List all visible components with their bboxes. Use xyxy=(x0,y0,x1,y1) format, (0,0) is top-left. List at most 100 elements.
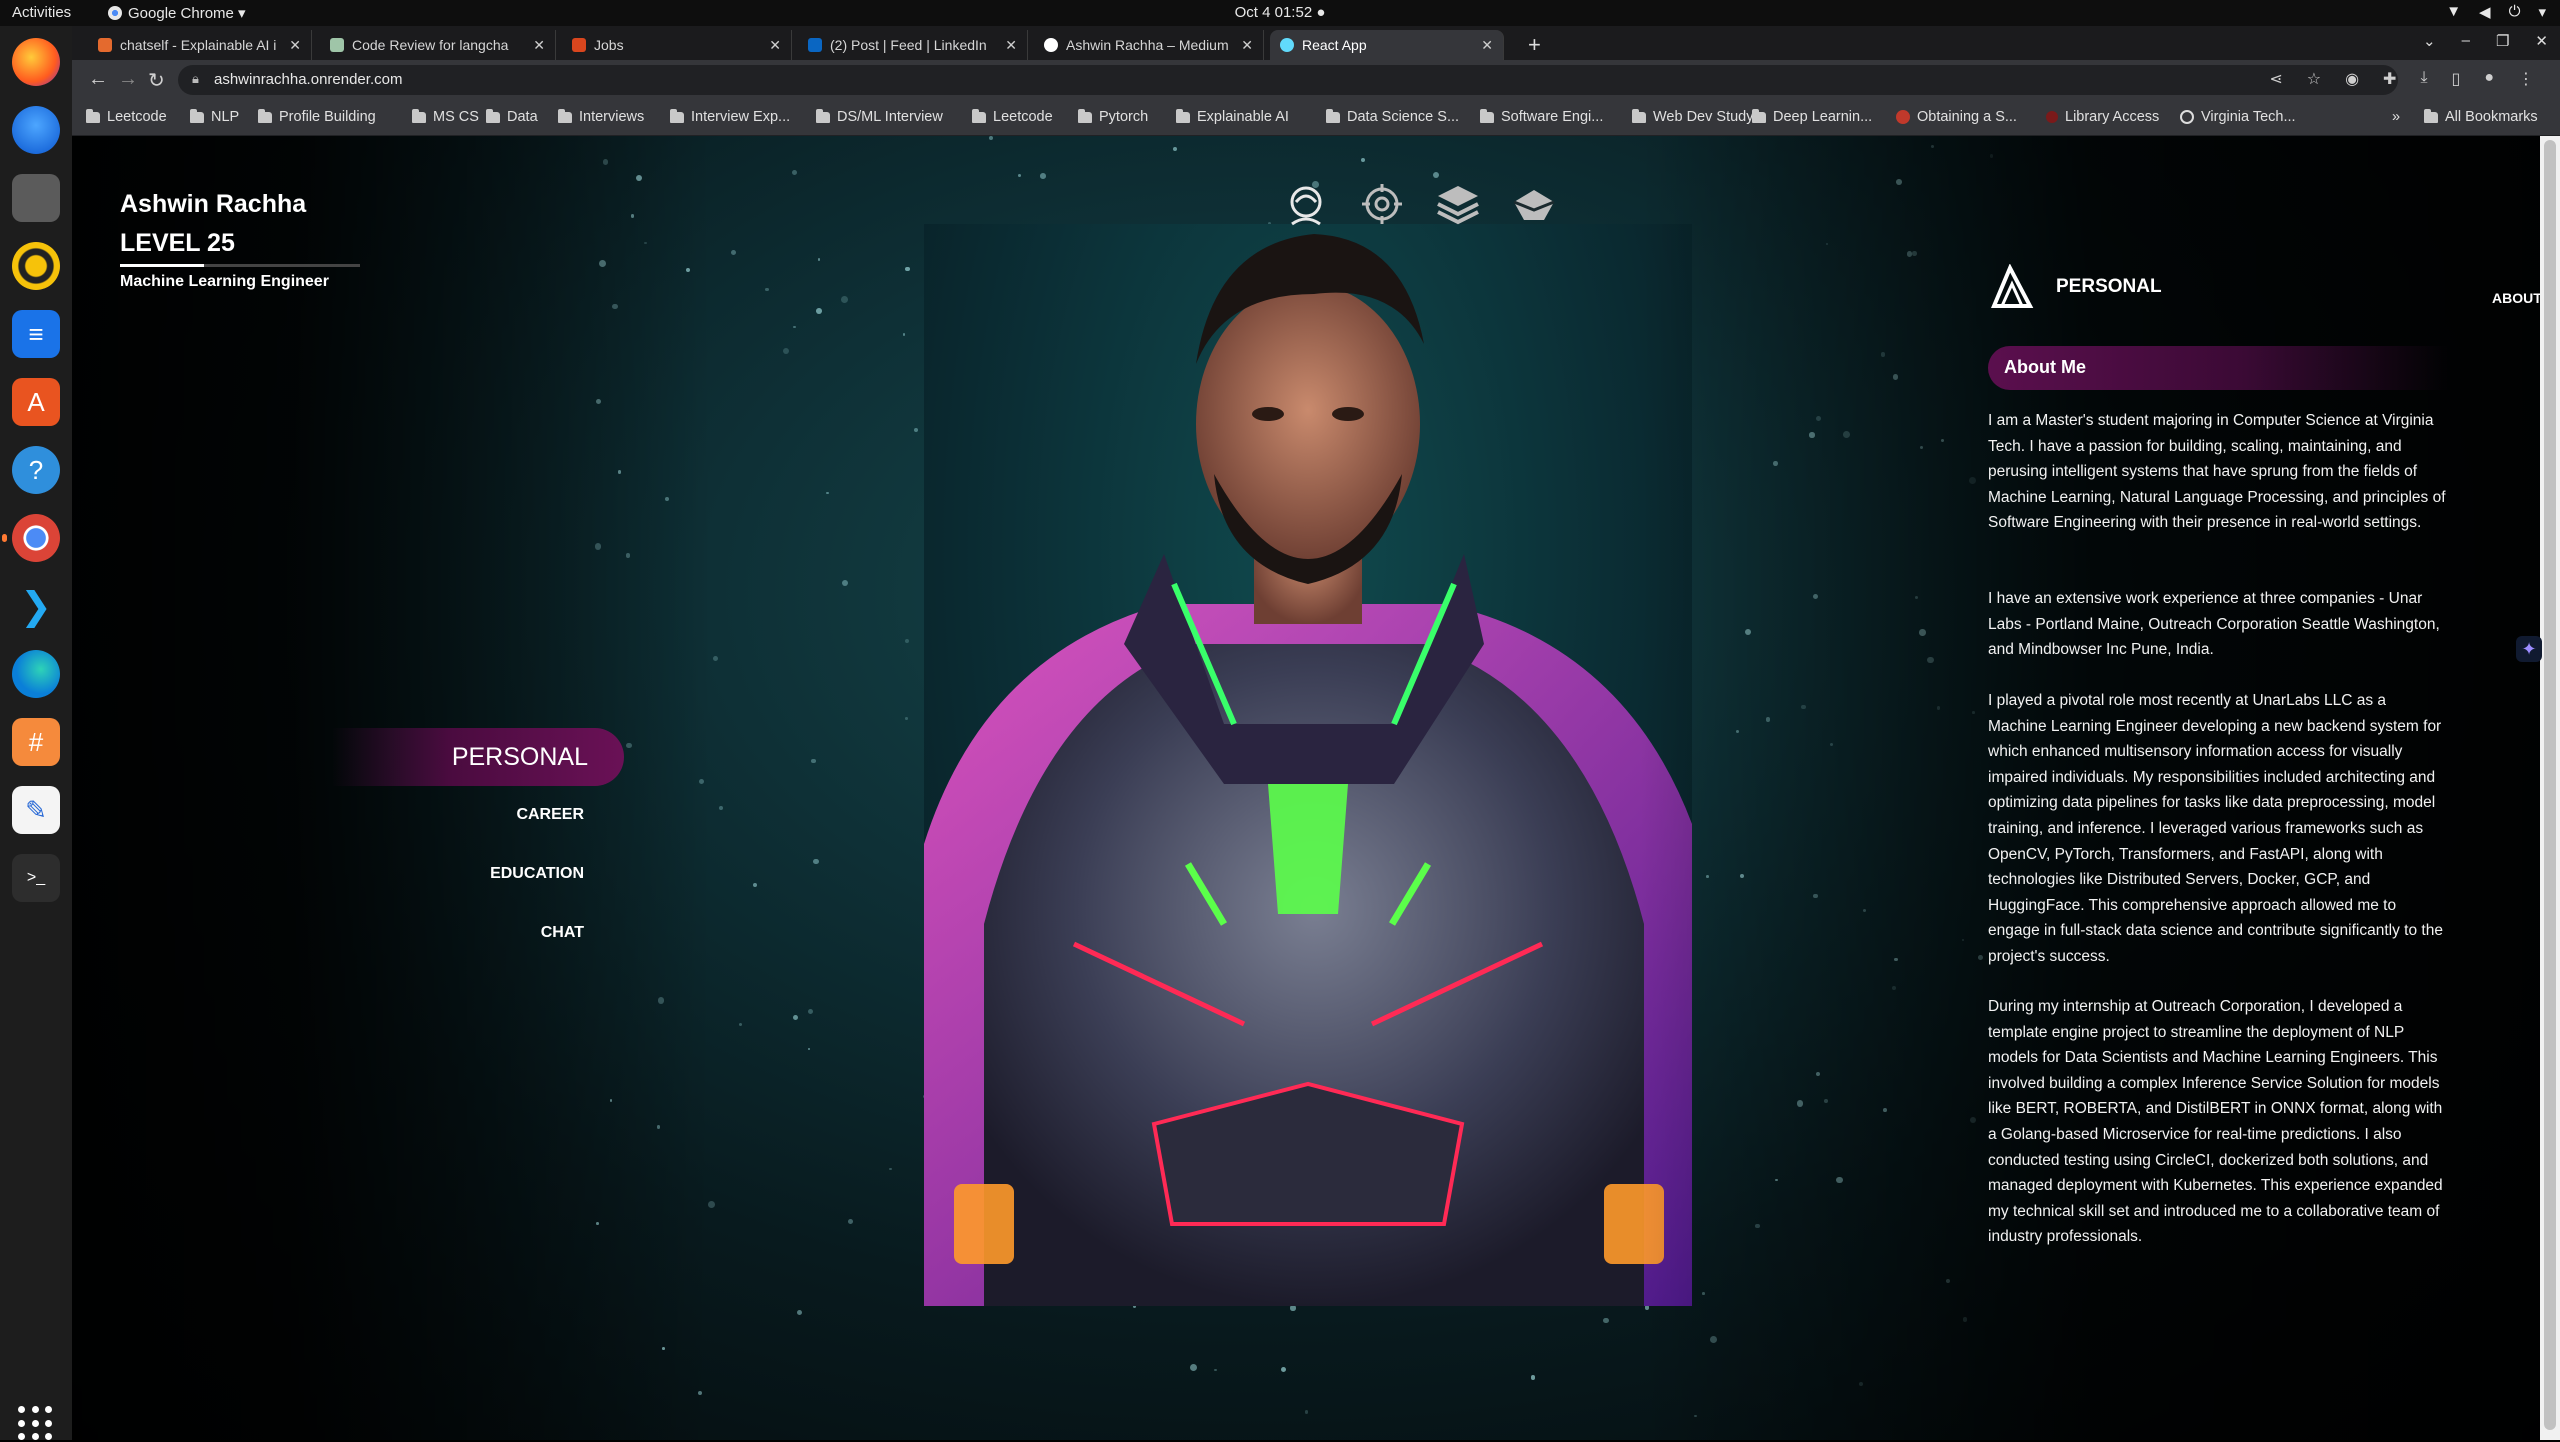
bookmark-label: Profile Building xyxy=(279,109,376,125)
tab-active[interactable]: React App ✕ xyxy=(1270,30,1504,60)
extensions-puzzle-icon[interactable]: ✚ xyxy=(2383,69,2396,89)
maximize-icon[interactable]: ❐ xyxy=(2496,32,2509,50)
thunderbird-icon[interactable] xyxy=(12,106,60,154)
text-editor-icon[interactable]: ✎ xyxy=(12,786,60,834)
vscode-icon[interactable]: ❯ xyxy=(12,582,60,630)
profile-avatar[interactable]: ● xyxy=(2484,69,2494,89)
tab-search-icon[interactable]: ⌄ xyxy=(2423,32,2436,50)
help-icon[interactable]: ? xyxy=(12,446,60,494)
share-icon[interactable]: ⋖ xyxy=(2269,69,2282,89)
terminal-icon[interactable]: >_ xyxy=(12,854,60,902)
particle xyxy=(783,348,790,355)
bookmark-star-icon[interactable]: ☆ xyxy=(2307,69,2321,89)
side-panel-icon[interactable]: ▯ xyxy=(2452,69,2461,89)
folder-icon xyxy=(816,108,830,123)
globe-icon xyxy=(2180,110,2194,124)
app-menu[interactable]: Google Chrome ▾ xyxy=(108,4,246,22)
particle xyxy=(816,308,822,314)
tab[interactable]: Code Review for langcha ✕ xyxy=(320,30,556,60)
side-nav-chat[interactable]: CHAT xyxy=(72,924,584,942)
tab[interactable]: chatself - Explainable AI i ✕ xyxy=(88,30,312,60)
bookmark-folder[interactable]: Leetcode xyxy=(972,108,1053,125)
bookmark-folder[interactable]: Profile Building xyxy=(258,108,376,125)
new-tab-button[interactable]: + xyxy=(1528,32,1541,58)
close-window-icon[interactable]: ✕ xyxy=(2535,32,2548,50)
close-tab-icon[interactable]: ✕ xyxy=(1481,37,1493,54)
bookmark-link[interactable]: Library Access xyxy=(2046,109,2159,125)
site-info-icon[interactable]: 🔒︎ xyxy=(192,71,199,87)
bookmark-folder[interactable]: Explainable AI xyxy=(1176,108,1289,125)
bookmark-folder[interactable]: Leetcode xyxy=(86,108,167,125)
minimize-icon[interactable]: – xyxy=(2462,32,2470,50)
particle xyxy=(1017,174,1021,177)
bookmark-label: MS CS xyxy=(433,109,479,125)
files-icon[interactable] xyxy=(12,174,60,222)
bookmark-folder[interactable]: NLP xyxy=(190,108,239,125)
close-tab-icon[interactable]: ✕ xyxy=(1005,37,1017,54)
tab[interactable]: Ashwin Rachha – Medium ✕ xyxy=(1034,30,1264,60)
ai-sparkle-icon[interactable]: ✦ xyxy=(2516,636,2542,662)
bookmark-folder[interactable]: Interview Exp... xyxy=(670,108,790,125)
chrome-icon[interactable] xyxy=(2,514,60,562)
particle xyxy=(752,883,758,888)
profile-role: Machine Learning Engineer xyxy=(120,273,329,290)
bookmark-folder[interactable]: Data xyxy=(486,108,538,125)
skills-icon[interactable] xyxy=(1358,180,1406,228)
particle xyxy=(989,136,994,141)
firefox-icon[interactable] xyxy=(12,38,60,86)
bookmark-folder[interactable]: Interviews xyxy=(558,108,644,125)
close-tab-icon[interactable]: ✕ xyxy=(533,37,545,54)
side-nav-career[interactable]: CAREER xyxy=(72,806,584,824)
edge-icon[interactable] xyxy=(12,650,60,698)
particle xyxy=(905,716,909,720)
back-icon[interactable]: ← xyxy=(88,68,108,91)
all-bookmarks-folder[interactable]: All Bookmarks xyxy=(2424,108,2538,125)
forward-icon[interactable]: → xyxy=(118,68,138,91)
show-apps-icon[interactable] xyxy=(18,1406,54,1442)
writer-icon[interactable]: ≡ xyxy=(12,310,60,358)
tab[interactable]: Jobs ✕ xyxy=(562,30,792,60)
extension-icon[interactable]: ◉ xyxy=(2345,69,2359,89)
about-icon[interactable] xyxy=(1282,180,1330,228)
page-scrollbar[interactable] xyxy=(2540,136,2560,1440)
bookmark-link[interactable]: Obtaining a S... xyxy=(1896,109,2017,125)
tab[interactable]: (2) Post | Feed | LinkedIn ✕ xyxy=(798,30,1028,60)
download-icon[interactable]: ⤓ xyxy=(2420,69,2427,89)
side-nav-personal[interactable]: PERSONAL xyxy=(332,728,588,786)
bookmark-folder[interactable]: Pytorch xyxy=(1078,108,1148,125)
side-nav-education[interactable]: EDUCATION xyxy=(72,865,584,883)
rhythmbox-icon[interactable] xyxy=(12,242,60,290)
tab-strip: chatself - Explainable AI i ✕ Code Revie… xyxy=(72,26,2560,60)
more-menu-icon[interactable]: ⋮ xyxy=(2518,69,2534,89)
app-center-icon[interactable]: A xyxy=(12,378,60,426)
address-bar[interactable]: 🔒︎ ashwinrachha.onrender.com xyxy=(178,65,2398,95)
bookmark-label: Virginia Tech... xyxy=(2201,109,2296,125)
activities-button[interactable]: Activities xyxy=(12,4,71,21)
particle xyxy=(793,325,796,329)
close-tab-icon[interactable]: ✕ xyxy=(1241,37,1253,54)
bookmark-folder[interactable]: MS CS xyxy=(412,108,479,125)
scrollbar-thumb[interactable] xyxy=(2544,140,2556,1430)
clock[interactable]: Oct 4 01:52 ● xyxy=(1235,4,1326,21)
close-tab-icon[interactable]: ✕ xyxy=(289,37,301,54)
contact-icon[interactable] xyxy=(1510,180,1558,228)
reload-icon[interactable]: ↻ xyxy=(148,68,165,93)
bookmarks-overflow-icon[interactable]: » xyxy=(2392,109,2400,125)
folder-icon xyxy=(670,108,684,123)
bookmark-folder[interactable]: Data Science S... xyxy=(1326,108,1459,125)
bookmark-folder[interactable]: Web Dev Study xyxy=(1632,108,1753,125)
bookmark-label: DS/ML Interview xyxy=(837,109,943,125)
close-tab-icon[interactable]: ✕ xyxy=(769,37,781,54)
bookmark-folder[interactable]: DS/ML Interview xyxy=(816,108,943,125)
top-icon-nav xyxy=(1282,180,1558,228)
bookmark-folder[interactable]: Deep Learnin... xyxy=(1752,108,1872,125)
folder-icon xyxy=(1078,108,1092,123)
bookmark-link[interactable]: Virginia Tech... xyxy=(2180,109,2296,125)
chrome-icon xyxy=(108,6,122,20)
bookmark-folder[interactable]: Software Engi... xyxy=(1480,108,1603,125)
app-icon[interactable]: # xyxy=(12,718,60,766)
folder-icon xyxy=(1632,108,1646,123)
projects-icon[interactable] xyxy=(1434,180,1482,228)
system-tray[interactable]: ▼ ◀ ⏻ ▾ xyxy=(2446,3,2546,21)
site-favicon xyxy=(1896,110,1910,124)
